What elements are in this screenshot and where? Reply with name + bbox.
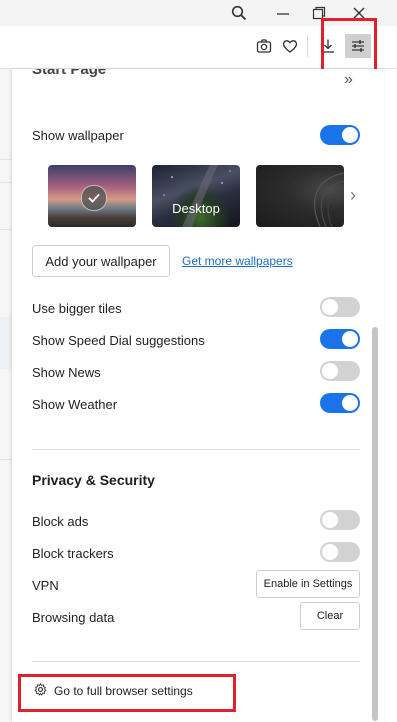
full-browser-settings-link[interactable]: Go to full browser settings bbox=[34, 682, 193, 699]
toggle-knob bbox=[322, 512, 338, 528]
search-icon[interactable] bbox=[228, 2, 250, 24]
start-page-heading: Start Page bbox=[32, 69, 107, 78]
panel-scrollbar[interactable] bbox=[372, 327, 378, 721]
background-divider bbox=[0, 229, 12, 230]
easy-setup-panel: » Start Page Show wallpaper Desktop › Ad… bbox=[12, 69, 384, 722]
camera-icon[interactable] bbox=[252, 34, 276, 58]
background-divider bbox=[0, 182, 12, 183]
wallpaper-thumbnail-desktop[interactable]: Desktop bbox=[152, 165, 240, 227]
full-settings-label: Go to full browser settings bbox=[54, 684, 193, 698]
checkmark-icon bbox=[81, 185, 107, 211]
toggle-knob bbox=[322, 363, 338, 379]
milky-way-art bbox=[163, 165, 231, 227]
restore-icon[interactable] bbox=[308, 2, 330, 24]
download-icon[interactable] bbox=[316, 34, 340, 58]
show-wallpaper-label: Show wallpaper bbox=[32, 128, 124, 143]
toolbar-separator bbox=[307, 35, 308, 57]
window-title-bar bbox=[0, 0, 397, 26]
toggle-label: Block trackers bbox=[32, 546, 114, 561]
section-divider bbox=[32, 449, 360, 450]
toggle-knob bbox=[342, 127, 358, 143]
toggle-label: Show Weather bbox=[32, 397, 118, 412]
heart-icon[interactable] bbox=[278, 34, 302, 58]
background-block bbox=[0, 317, 12, 369]
close-icon[interactable] bbox=[348, 2, 370, 24]
privacy-security-heading: Privacy & Security bbox=[32, 472, 155, 488]
toggle-knob bbox=[342, 331, 358, 347]
toggle-knob bbox=[322, 544, 338, 560]
enable-vpn-button[interactable]: Enable in Settings bbox=[256, 570, 360, 598]
add-wallpaper-button[interactable]: Add your wallpaper bbox=[32, 245, 170, 277]
wallpaper-thumbnail[interactable] bbox=[256, 165, 344, 227]
toggle-knob bbox=[342, 395, 358, 411]
get-more-wallpapers-link[interactable]: Get more wallpapers bbox=[182, 254, 293, 268]
toggle-label: Show News bbox=[32, 365, 101, 380]
dark-waves-art bbox=[314, 172, 344, 227]
block-ads-toggle[interactable] bbox=[320, 510, 360, 530]
show-news-toggle[interactable] bbox=[320, 361, 360, 381]
background-divider bbox=[0, 459, 12, 460]
use-bigger-tiles-toggle[interactable] bbox=[320, 297, 360, 317]
browser-toolbar bbox=[0, 26, 397, 69]
wallpaper-thumbnail[interactable] bbox=[48, 165, 136, 227]
toggle-label: Use bigger tiles bbox=[32, 301, 122, 316]
background-divider bbox=[0, 159, 12, 160]
section-divider bbox=[32, 661, 360, 662]
vpn-label: VPN bbox=[32, 578, 59, 593]
speed-dial-suggestions-toggle[interactable] bbox=[320, 329, 360, 349]
clear-browsing-data-button[interactable]: Clear bbox=[300, 602, 360, 630]
block-trackers-toggle[interactable] bbox=[320, 542, 360, 562]
show-wallpaper-toggle[interactable] bbox=[320, 125, 360, 145]
toggle-label: Show Speed Dial suggestions bbox=[32, 333, 205, 348]
wallpaper-caption: Desktop bbox=[172, 201, 220, 216]
toggle-label: Block ads bbox=[32, 514, 89, 529]
toggle-knob bbox=[322, 299, 338, 315]
background-page bbox=[0, 69, 12, 722]
minimize-icon[interactable] bbox=[272, 2, 294, 24]
browsing-data-label: Browsing data bbox=[32, 610, 115, 625]
next-wallpapers-chevron-icon[interactable]: › bbox=[350, 185, 356, 206]
collapse-panel-button[interactable]: » bbox=[344, 71, 353, 89]
show-weather-toggle[interactable] bbox=[320, 393, 360, 413]
easy-setup-icon[interactable] bbox=[345, 34, 371, 58]
gear-icon bbox=[34, 682, 47, 699]
